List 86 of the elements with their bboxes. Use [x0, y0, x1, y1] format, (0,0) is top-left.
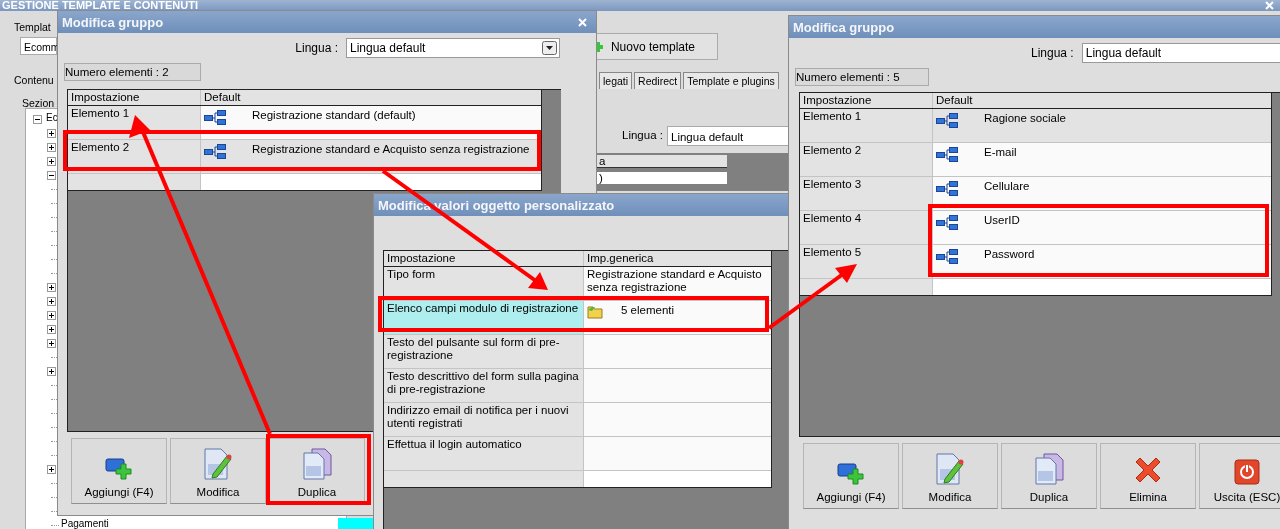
- cell-text: UserID: [984, 213, 1020, 227]
- column-header: Impostazione: [68, 90, 201, 105]
- toolbar-button[interactable]: Aggiungi (F4): [71, 438, 167, 504]
- collapse-icon[interactable]: [47, 170, 56, 180]
- count-label: Numero elementi : 5: [795, 68, 929, 86]
- cell-text: Cellulare: [984, 179, 1030, 193]
- expand-icon[interactable]: [47, 464, 56, 474]
- tree-item[interactable]: Pagamenti: [61, 518, 109, 529]
- folder-icon: [587, 304, 603, 319]
- expand-icon[interactable]: [47, 366, 56, 376]
- toolbar-button[interactable]: Modifica: [902, 443, 998, 509]
- hierarchy-icon: [936, 248, 958, 265]
- table-cell[interactable]: Indirizzo email di notifica per i nuovi utenti registrati: [384, 403, 584, 436]
- cell-text: 5 elementi: [621, 303, 675, 317]
- copy-documents-icon: [1034, 453, 1064, 485]
- table-cell[interactable]: E-mail: [933, 143, 1271, 176]
- table-cell: Elemento 2: [800, 143, 933, 176]
- dialog-title: Modifica valori oggetto personalizzato: [378, 197, 615, 213]
- column-header: Imp.generica: [586, 251, 655, 266]
- edit-document-icon: [935, 453, 965, 485]
- toolbar-button[interactable]: Aggiungi (F4): [803, 443, 899, 509]
- table-cell[interactable]: Testo del pulsante sul form di pre-registrazione: [384, 335, 584, 368]
- cell-text: Registrazione standard e Acquisto senza registrazione: [587, 268, 763, 294]
- cell-text: Registrazione standard e Acquisto senza registrazione: [252, 142, 530, 156]
- expand-icon[interactable]: [47, 310, 56, 320]
- table-cell[interactable]: Effettua il login automatico: [384, 437, 584, 470]
- close-icon[interactable]: [1265, 1, 1274, 10]
- add-icon: [837, 461, 865, 485]
- table-cell: Elemento 3: [800, 177, 933, 210]
- cell-text: Ragione sociale: [984, 111, 1066, 125]
- cell-text: Password: [984, 247, 1035, 261]
- dialog-title: Modifica gruppo: [62, 14, 164, 30]
- table-cell: Elemento 4: [800, 211, 933, 244]
- hierarchy-icon: [204, 109, 226, 126]
- column-header: Default: [935, 93, 974, 108]
- copy-documents-icon: [302, 448, 332, 480]
- table-cell: Elemento 1: [800, 109, 933, 142]
- hierarchy-icon: [936, 112, 958, 129]
- edit-document-icon: [203, 448, 233, 480]
- toolbar-button[interactable]: Elimina: [1100, 443, 1196, 509]
- close-icon[interactable]: [578, 17, 587, 27]
- language-field[interactable]: Lingua default: [1081, 43, 1280, 63]
- dialog-title: Modifica gruppo: [793, 19, 895, 35]
- table-cell[interactable]: UserID: [933, 211, 1271, 244]
- expand-icon[interactable]: [47, 156, 56, 166]
- hierarchy-icon: [936, 146, 958, 163]
- hierarchy-icon: [204, 143, 226, 160]
- count-label: Numero elementi : 2: [64, 63, 201, 81]
- tab[interactable]: legati: [599, 72, 633, 89]
- language-dropdown[interactable]: Lingua default: [346, 38, 560, 58]
- field-label: Lingua :: [622, 129, 663, 141]
- app-title: GESTIONE TEMPLATE E CONTENUTI: [2, 0, 198, 11]
- cell-text: E-mail: [984, 145, 1017, 159]
- column-header: Impostazione: [384, 251, 584, 266]
- group-label: Sezion: [22, 97, 55, 109]
- expand-icon[interactable]: [47, 296, 56, 306]
- hierarchy-icon: [936, 214, 958, 231]
- column-header: a: [597, 155, 727, 168]
- toolbar-button[interactable]: Modifica: [170, 438, 266, 504]
- table-cell: ): [597, 172, 727, 184]
- delete-icon: [1133, 455, 1163, 485]
- expand-icon[interactable]: [47, 324, 56, 334]
- tab[interactable]: Redirect: [634, 72, 682, 89]
- toolbar-button[interactable]: Duplica: [1001, 443, 1097, 509]
- expand-icon[interactable]: [47, 282, 56, 292]
- table-cell: Elemento 5: [800, 245, 933, 278]
- tab[interactable]: Template e plugins: [683, 72, 779, 89]
- cell-text: Registrazione standard (default): [252, 108, 416, 122]
- expand-icon[interactable]: [47, 128, 56, 138]
- collapse-icon[interactable]: [33, 114, 42, 124]
- tree-item[interactable]: Ec: [46, 112, 58, 123]
- power-icon: [1234, 459, 1260, 485]
- field-label: Lingua :: [1031, 46, 1074, 60]
- contents-tab[interactable]: Contenu: [14, 74, 54, 86]
- column-header: Default: [203, 90, 242, 105]
- expand-icon[interactable]: [47, 142, 56, 152]
- add-icon: [105, 456, 133, 480]
- group-label: Templat: [14, 21, 51, 33]
- expand-icon[interactable]: [47, 338, 56, 348]
- toolbar-button[interactable]: Uscita (ESC): [1199, 443, 1280, 509]
- field-label: Lingua :: [295, 41, 338, 55]
- column-header: Impostazione: [800, 93, 933, 108]
- hierarchy-icon: [936, 180, 958, 197]
- toolbar-button[interactable]: Duplica: [269, 438, 365, 504]
- table-cell[interactable]: Testo descrittivo del form sulla pagina di pre-registrazione: [384, 369, 584, 402]
- table-cell[interactable]: Ragione sociale: [933, 109, 1271, 142]
